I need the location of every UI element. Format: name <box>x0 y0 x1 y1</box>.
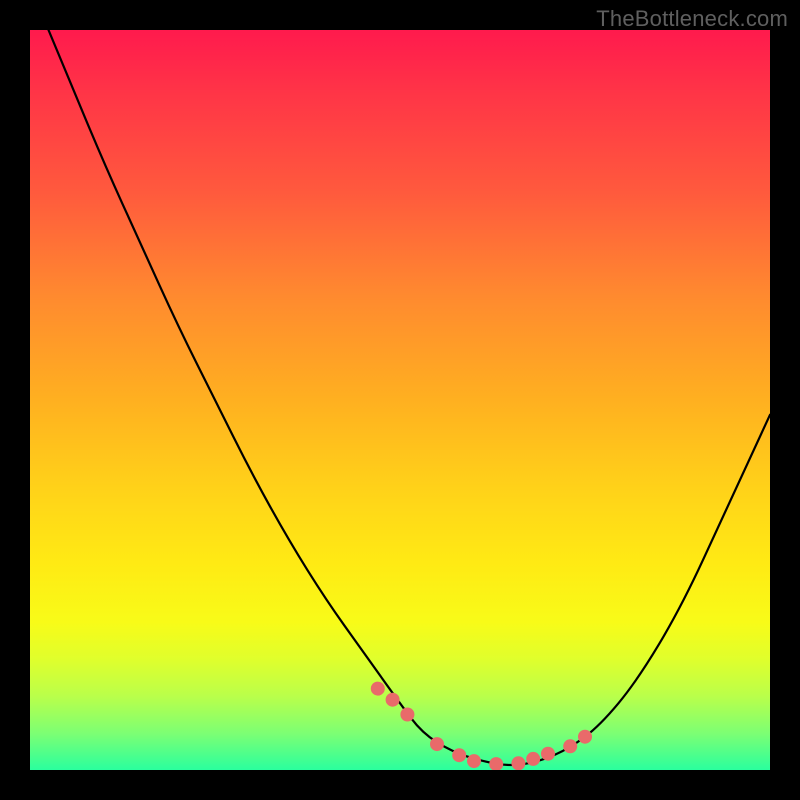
plot-area <box>30 30 770 770</box>
curve-marker <box>386 693 400 707</box>
curve-marker <box>489 757 503 770</box>
watermark-text: TheBottleneck.com <box>596 6 788 32</box>
bottleneck-curve <box>30 30 770 765</box>
curve-marker <box>526 752 540 766</box>
marker-group <box>371 682 592 770</box>
curve-marker <box>578 730 592 744</box>
curve-marker <box>511 756 525 770</box>
curve-marker <box>430 737 444 751</box>
curve-layer <box>30 30 770 770</box>
curve-marker <box>563 739 577 753</box>
curve-marker <box>400 708 414 722</box>
curve-marker <box>371 682 385 696</box>
curve-marker <box>467 754 481 768</box>
curve-marker <box>541 747 555 761</box>
chart-container: TheBottleneck.com <box>0 0 800 800</box>
curve-marker <box>452 748 466 762</box>
